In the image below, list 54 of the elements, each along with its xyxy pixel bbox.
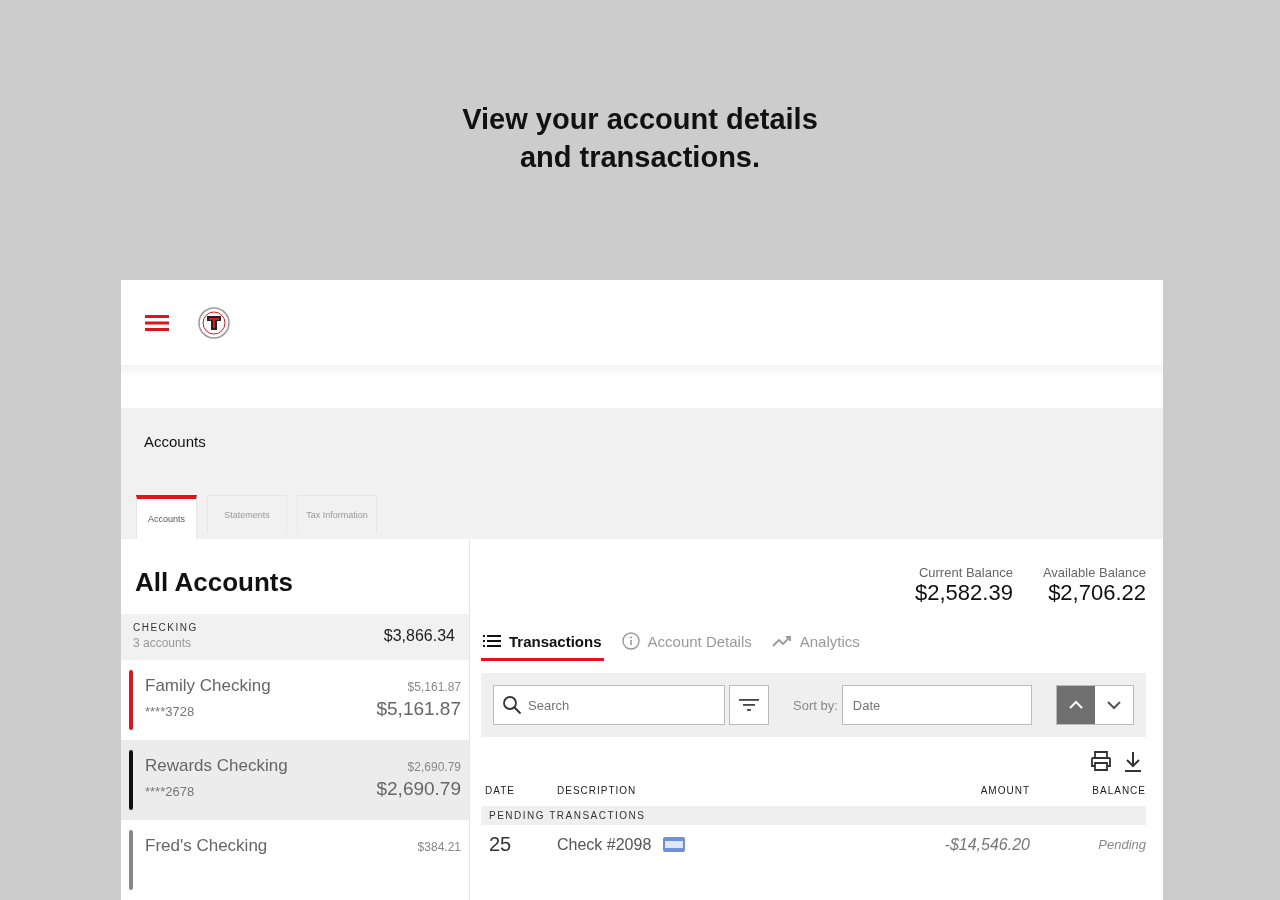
logo-icon[interactable] [197,305,231,340]
detail-tab[interactable]: Transactions [481,626,604,661]
balance-cell-text: Pending [1097,837,1146,852]
account-name: Fred's Checking [145,836,269,856]
chevron-down-icon [1107,700,1121,710]
headline: and transactions. [518,140,762,175]
account-amount: $5,161.87 [407,680,461,694]
balance-value: $2,582.39 [915,580,1013,606]
search-icon [502,695,522,715]
account-number: ****3728 [145,704,196,719]
card-icon [663,837,686,852]
account-name: Rewards Checking [145,756,289,776]
column-header: DESCRIPTION [557,785,638,796]
balance-value: $2,706.22 [1048,580,1146,606]
search-field[interactable]: Search [493,685,725,725]
date-cell-text: 25 [488,833,513,856]
page-title: Accounts [143,432,207,451]
column-header: AMOUNT [979,785,1031,796]
filter-button[interactable] [729,685,769,725]
balance-label: Available Balance [1042,565,1146,580]
amount-cell-text: -$14,546.20 [943,835,1031,854]
group-total: $3,866.34 [383,627,455,645]
menu-icon[interactable] [145,313,169,332]
headline: View your account details [462,102,818,137]
sort-ascending-button[interactable] [1057,686,1095,724]
section-header: PENDING TRANSACTIONS [481,806,1146,825]
trend-icon [771,634,792,648]
filter-icon [739,698,759,712]
balance-label: Current Balance [918,565,1013,580]
sidebar-title: All Accounts [134,566,294,599]
description-cell: Check #2098 [557,835,652,854]
account-balance: $5,161.87 [376,698,461,720]
account-group[interactable]: CHECKING 3 accounts $3,866.34 [121,614,469,660]
account-name: Family Checking [145,676,272,696]
account-count: 3 accounts [133,636,193,650]
sort-label: Sort by: [793,697,838,713]
print-icon[interactable] [1090,751,1112,771]
account-item[interactable]: Rewards Checking ****2678 $2,690.79 $2,690.79 [121,740,469,820]
sort-descending-button[interactable] [1095,686,1133,724]
column-header: DATE [485,785,516,796]
list-icon [483,634,501,648]
column-header: BALANCE [1091,785,1146,796]
account-item[interactable]: Fred's Checking $384.21 [121,820,469,900]
sort-field[interactable]: Date [841,685,1032,725]
account-amount: $384.21 [417,840,461,854]
chevron-up-icon [1069,700,1083,710]
account-balance: $2,690.79 [376,778,461,800]
group-label: CHECKING [133,622,198,633]
account-amount: $2,690.79 [407,760,461,774]
download-icon[interactable] [1124,751,1142,773]
info-icon [621,632,640,650]
account-number: ****2678 [145,784,196,799]
page-tab[interactable]: Accounts [136,495,197,539]
account-item[interactable]: Family Checking ****3728 $5,161.87 $5,161.87 [121,660,469,740]
